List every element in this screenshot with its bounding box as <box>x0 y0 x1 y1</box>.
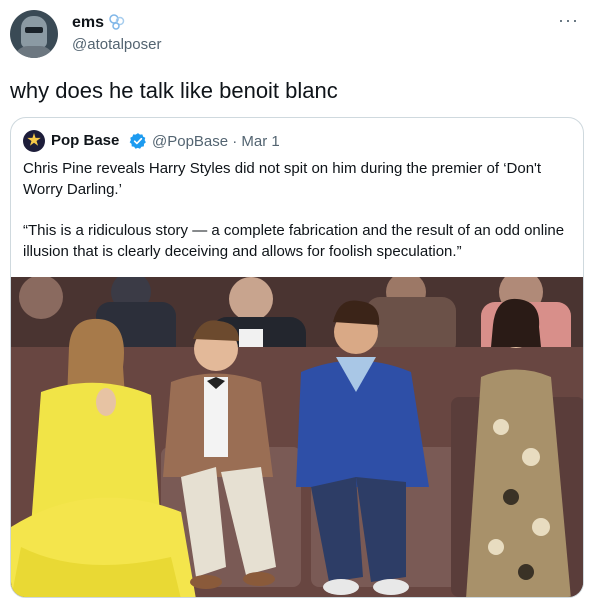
author-name[interactable]: ems <box>72 14 104 32</box>
author-avatar[interactable] <box>10 10 58 58</box>
tweet-text: why does he talk like benoit blanc <box>10 78 338 103</box>
star-icon <box>27 133 41 146</box>
quoted-paragraph-1: Chris Pine reveals Harry Styles did not … <box>23 160 542 198</box>
swirl-badge-icon <box>109 14 125 30</box>
quoted-text: Chris Pine reveals Harry Styles did not … <box>23 158 573 262</box>
verified-check-icon <box>129 133 146 149</box>
visor-shape <box>25 27 43 33</box>
quoted-paragraph-2: “This is a ridiculous story — a complete… <box>23 222 565 260</box>
more-dots-icon[interactable]: ··· <box>558 10 579 31</box>
quoted-author-name[interactable]: Pop Base <box>51 132 119 149</box>
author-handle[interactable]: @atotalposer <box>72 36 161 53</box>
quoted-tweet[interactable]: Pop Base @PopBase · Mar 1 Chris Pine rev… <box>10 117 584 598</box>
quoted-meta[interactable]: @PopBase · Mar 1 <box>152 133 280 150</box>
quoted-photo[interactable] <box>11 277 584 598</box>
shoulders-shape <box>14 46 54 58</box>
quoted-avatar[interactable] <box>23 130 45 152</box>
